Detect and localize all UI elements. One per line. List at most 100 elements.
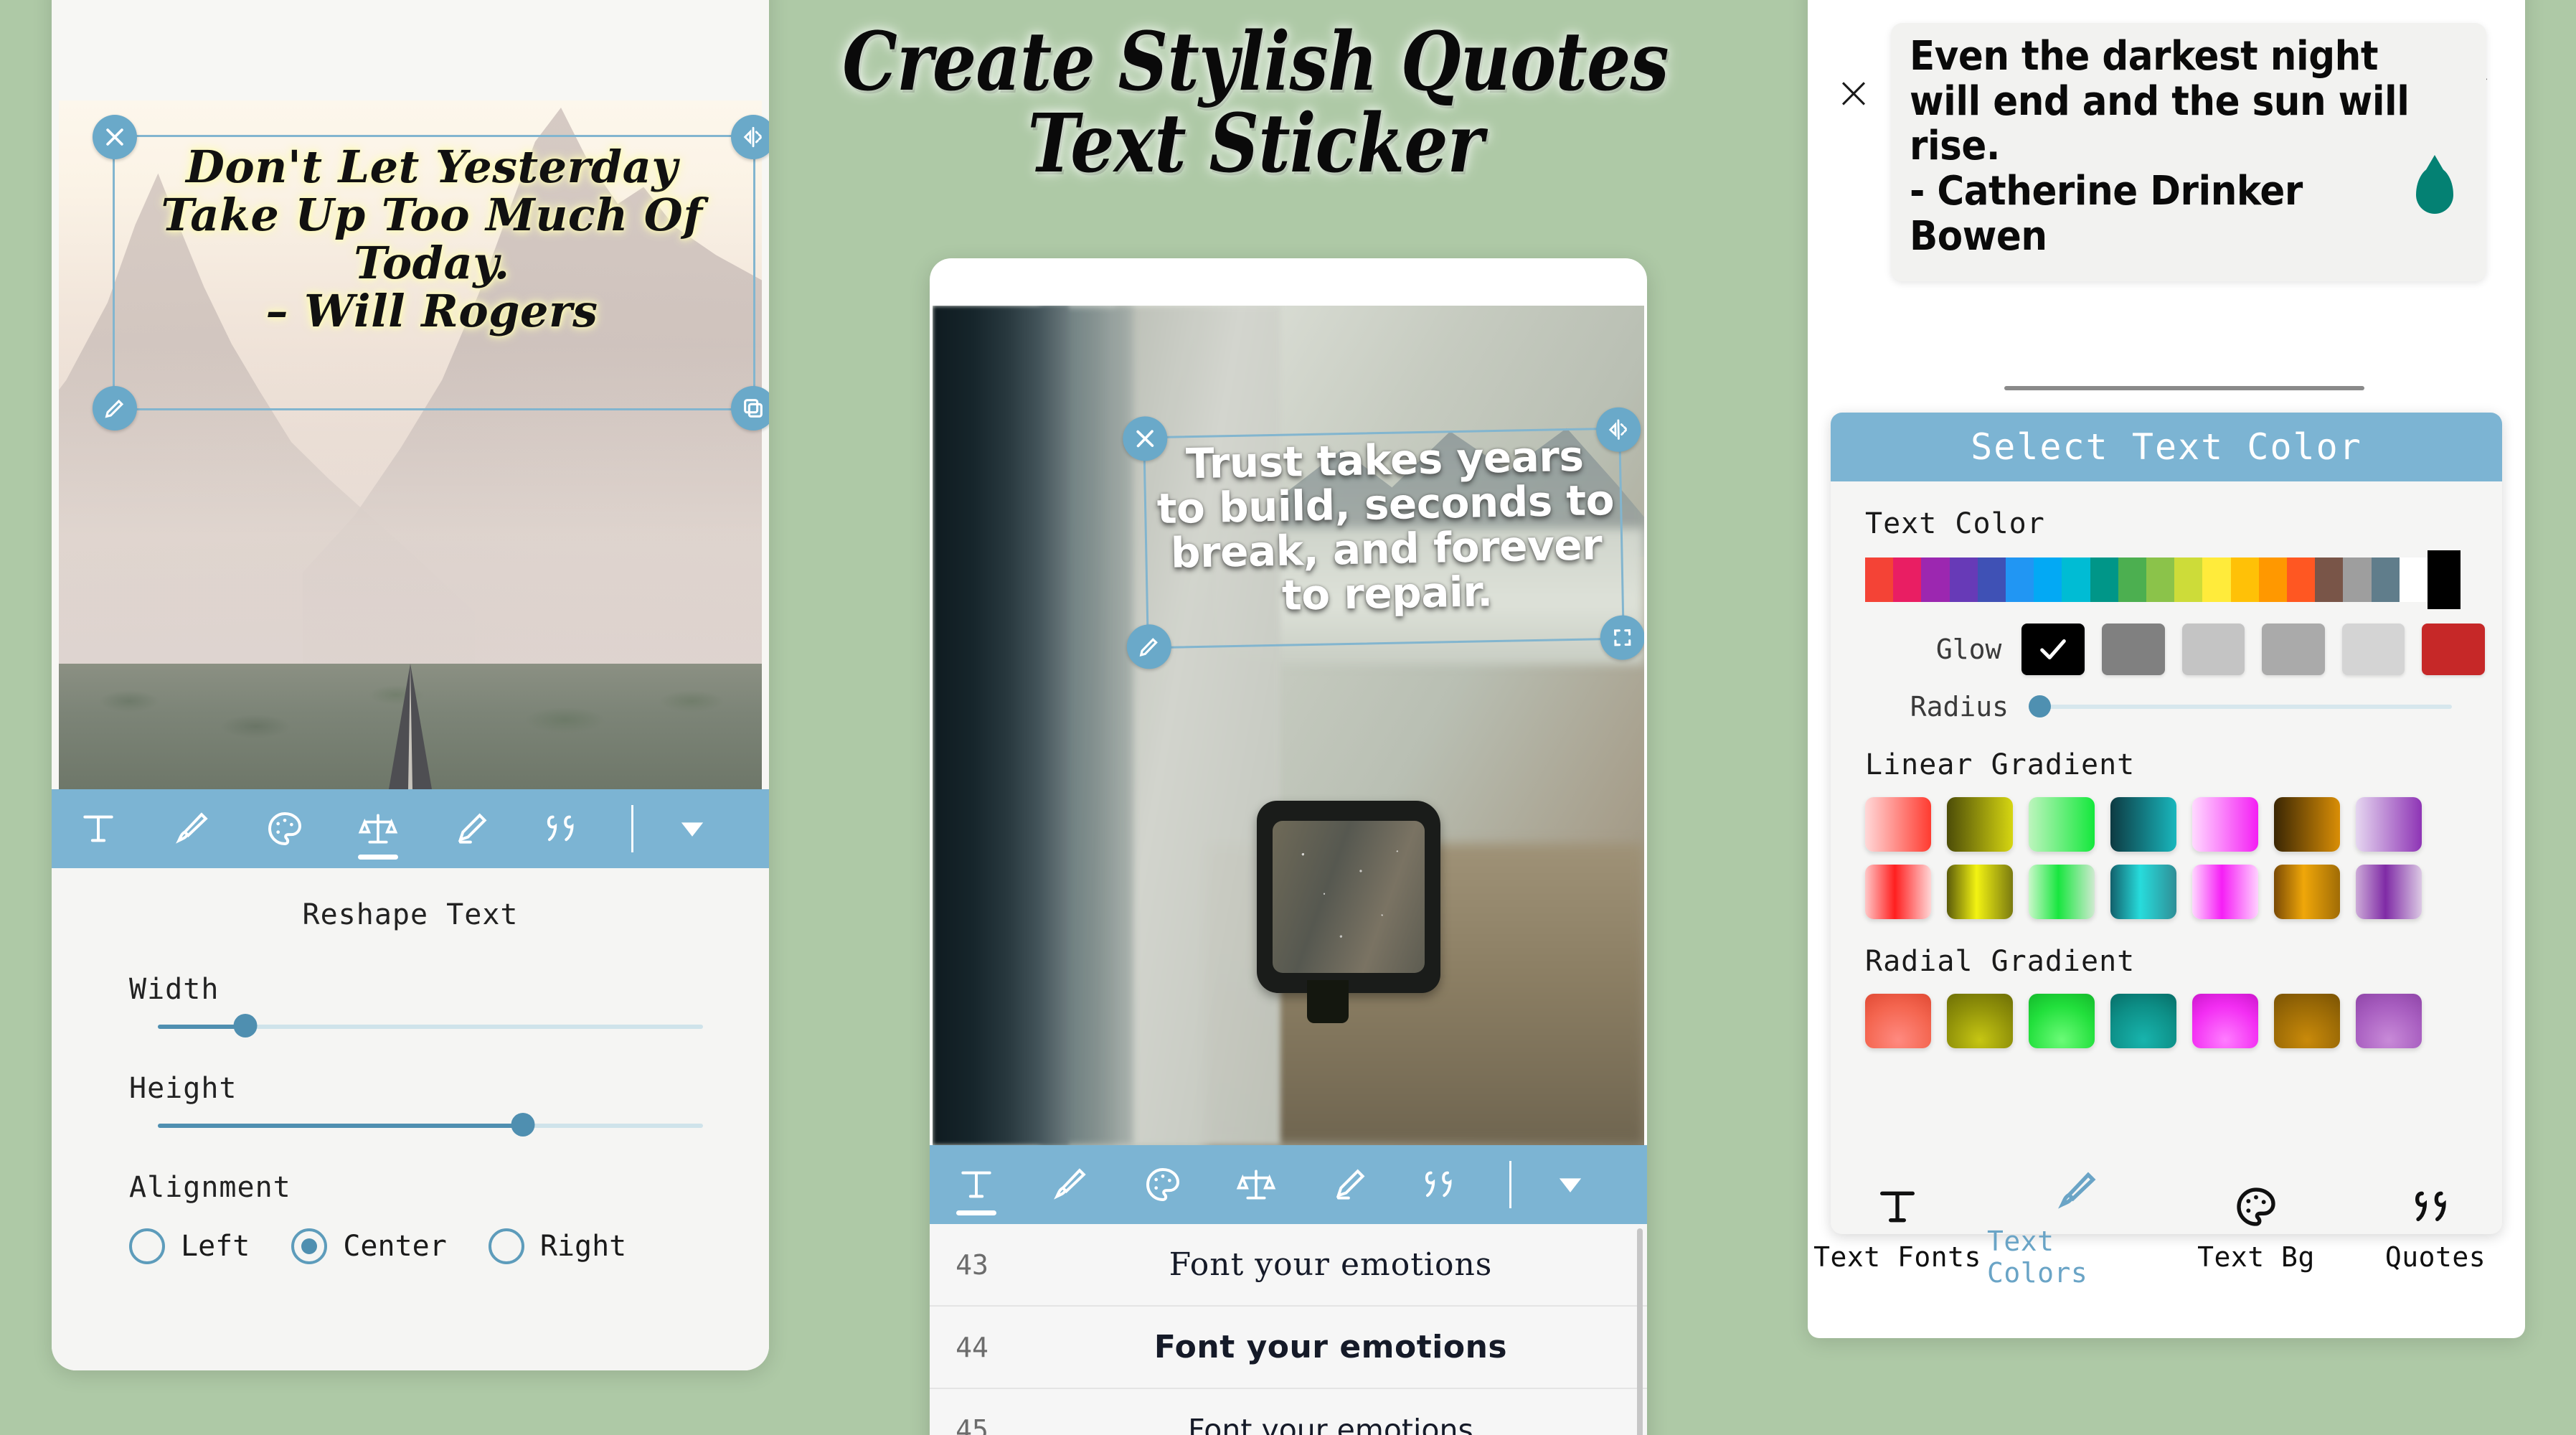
- toolbar-reshape-tool[interactable]: [1209, 1145, 1303, 1224]
- color-swatch[interactable]: [1865, 557, 1894, 602]
- left-canvas[interactable]: Don't Let Yesterday Take Up Too Much Of …: [52, 0, 769, 789]
- gradient-swatch[interactable]: [2029, 865, 2095, 919]
- toolbar-reshape-tool[interactable]: [331, 789, 425, 868]
- color-swatch[interactable]: [2174, 557, 2203, 602]
- edit-handle[interactable]: [93, 386, 137, 430]
- color-swatch[interactable]: [2118, 557, 2147, 602]
- alignment-option-right[interactable]: Right: [488, 1228, 626, 1264]
- glow-swatch-selected[interactable]: [2021, 624, 2085, 675]
- toolbar-text-tool[interactable]: [930, 1145, 1023, 1224]
- toolbar-quotes-tool[interactable]: [1396, 1145, 1489, 1224]
- radio-left[interactable]: [129, 1228, 165, 1264]
- toolbar-quotes-tool[interactable]: [518, 789, 611, 868]
- radial-gradient-swatch[interactable]: [2274, 994, 2340, 1048]
- text-color-palette[interactable]: [1865, 550, 2461, 609]
- alignment-option-left[interactable]: Left: [129, 1228, 250, 1264]
- color-swatch[interactable]: [1921, 557, 1950, 602]
- radio-right[interactable]: [488, 1228, 524, 1264]
- color-swatch[interactable]: [2034, 557, 2062, 602]
- toolbar-pen-tool[interactable]: [1303, 1145, 1396, 1224]
- radial-gradient-swatch[interactable]: [2110, 994, 2176, 1048]
- alignment-option-center[interactable]: Center: [291, 1228, 447, 1264]
- font-list-item[interactable]: 44 Font your emotions: [930, 1307, 1647, 1389]
- gradient-swatch[interactable]: [1865, 797, 1931, 852]
- delete-handle[interactable]: [1122, 415, 1168, 461]
- flip-handle[interactable]: [731, 115, 769, 159]
- radius-slider-thumb[interactable]: [2029, 695, 2051, 718]
- toolbar-expand-button[interactable]: [1527, 1166, 1613, 1203]
- gradient-swatch[interactable]: [2192, 797, 2258, 852]
- glow-swatch[interactable]: [2341, 624, 2405, 675]
- delete-handle[interactable]: [93, 115, 137, 159]
- color-swatch[interactable]: [2287, 557, 2316, 602]
- color-swatch[interactable]: [2343, 557, 2372, 602]
- dialog-title: Select Text Color: [1831, 413, 2502, 481]
- cancel-button[interactable]: ×: [1835, 70, 1872, 115]
- toolbar-brush-tool[interactable]: [1023, 1145, 1116, 1224]
- gradient-swatch[interactable]: [2029, 797, 2095, 852]
- gradient-swatch[interactable]: [2356, 797, 2422, 852]
- color-swatch[interactable]: [2090, 557, 2118, 602]
- toolbar-brush-tool[interactable]: [145, 789, 238, 868]
- color-swatch[interactable]: [2146, 557, 2175, 602]
- width-slider-thumb[interactable]: [233, 1014, 258, 1038]
- selected-color-swatch[interactable]: [2428, 550, 2461, 609]
- tab-text-bg[interactable]: Text Bg: [2166, 1184, 2346, 1273]
- gradient-swatch[interactable]: [2356, 865, 2422, 919]
- color-swatch[interactable]: [2230, 557, 2259, 602]
- radio-center[interactable]: [291, 1228, 328, 1264]
- radial-gradient-swatch[interactable]: [1947, 994, 2013, 1048]
- color-swatch[interactable]: [1949, 557, 1978, 602]
- font-list-item[interactable]: 45 Font your emotions: [930, 1389, 1647, 1435]
- glow-swatch[interactable]: [2422, 624, 2485, 675]
- radius-slider-track: [2029, 705, 2452, 709]
- resize-handle[interactable]: [731, 386, 769, 430]
- height-slider-thumb[interactable]: [511, 1113, 535, 1137]
- color-swatch[interactable]: [2399, 557, 2428, 602]
- radial-gradient-swatch[interactable]: [2356, 994, 2422, 1048]
- font-list-scrollbar[interactable]: [1637, 1228, 1643, 1435]
- quote-edit-box[interactable]: Even the darkest night will end and the …: [1891, 23, 2486, 281]
- brush-icon: [2058, 1172, 2096, 1209]
- toolbar-expand-button[interactable]: [649, 810, 735, 847]
- tab-text-fonts[interactable]: Text Fonts: [1808, 1184, 1987, 1273]
- color-swatch[interactable]: [1893, 557, 1922, 602]
- resize-handle[interactable]: [1600, 615, 1644, 661]
- gradient-swatch[interactable]: [1947, 797, 2013, 852]
- radial-gradient-swatch[interactable]: [1865, 994, 1931, 1048]
- glow-swatch[interactable]: [2102, 624, 2165, 675]
- color-swatch[interactable]: [1977, 557, 2006, 602]
- flip-handle[interactable]: [1595, 407, 1641, 453]
- toolbar-pen-tool[interactable]: [425, 789, 518, 868]
- car-mirror-photo[interactable]: Trust takes years to build, seconds to b…: [933, 306, 1644, 1145]
- gradient-swatch[interactable]: [2110, 797, 2176, 852]
- toolbar-text-tool[interactable]: [52, 789, 145, 868]
- glow-swatch[interactable]: [2181, 624, 2245, 675]
- gradient-swatch[interactable]: [2274, 797, 2340, 852]
- toolbar-palette-tool[interactable]: [238, 789, 331, 868]
- tab-text-colors[interactable]: Text Colors: [1987, 1168, 2166, 1289]
- gradient-swatch[interactable]: [1865, 865, 1931, 919]
- color-swatch[interactable]: [2006, 557, 2034, 602]
- font-list-item[interactable]: 43 Font your emotions: [930, 1224, 1647, 1307]
- color-swatch[interactable]: [2062, 557, 2090, 602]
- radius-slider[interactable]: [2029, 695, 2452, 718]
- width-slider[interactable]: [158, 1014, 703, 1038]
- radial-gradient-swatch[interactable]: [2029, 994, 2095, 1048]
- height-slider[interactable]: [158, 1113, 703, 1137]
- toolbar-palette-tool[interactable]: [1116, 1145, 1209, 1224]
- radial-gradient-swatch[interactable]: [2192, 994, 2258, 1048]
- quote-edit-text[interactable]: Even the darkest night will end and the …: [1910, 34, 2425, 260]
- tab-quotes[interactable]: Quotes: [2346, 1184, 2525, 1273]
- color-swatch[interactable]: [2371, 557, 2400, 602]
- gradient-swatch[interactable]: [2274, 865, 2340, 919]
- color-swatch[interactable]: [2258, 557, 2288, 602]
- linear-gradient-grid: [1865, 797, 2502, 919]
- font-list[interactable]: 43 Font your emotions 44 Font your emoti…: [930, 1224, 1647, 1435]
- color-swatch[interactable]: [2315, 557, 2344, 602]
- gradient-swatch[interactable]: [2192, 865, 2258, 919]
- color-swatch[interactable]: [2202, 557, 2231, 602]
- gradient-swatch[interactable]: [1947, 865, 2013, 919]
- gradient-swatch[interactable]: [2110, 865, 2176, 919]
- glow-swatch[interactable]: [2262, 624, 2325, 675]
